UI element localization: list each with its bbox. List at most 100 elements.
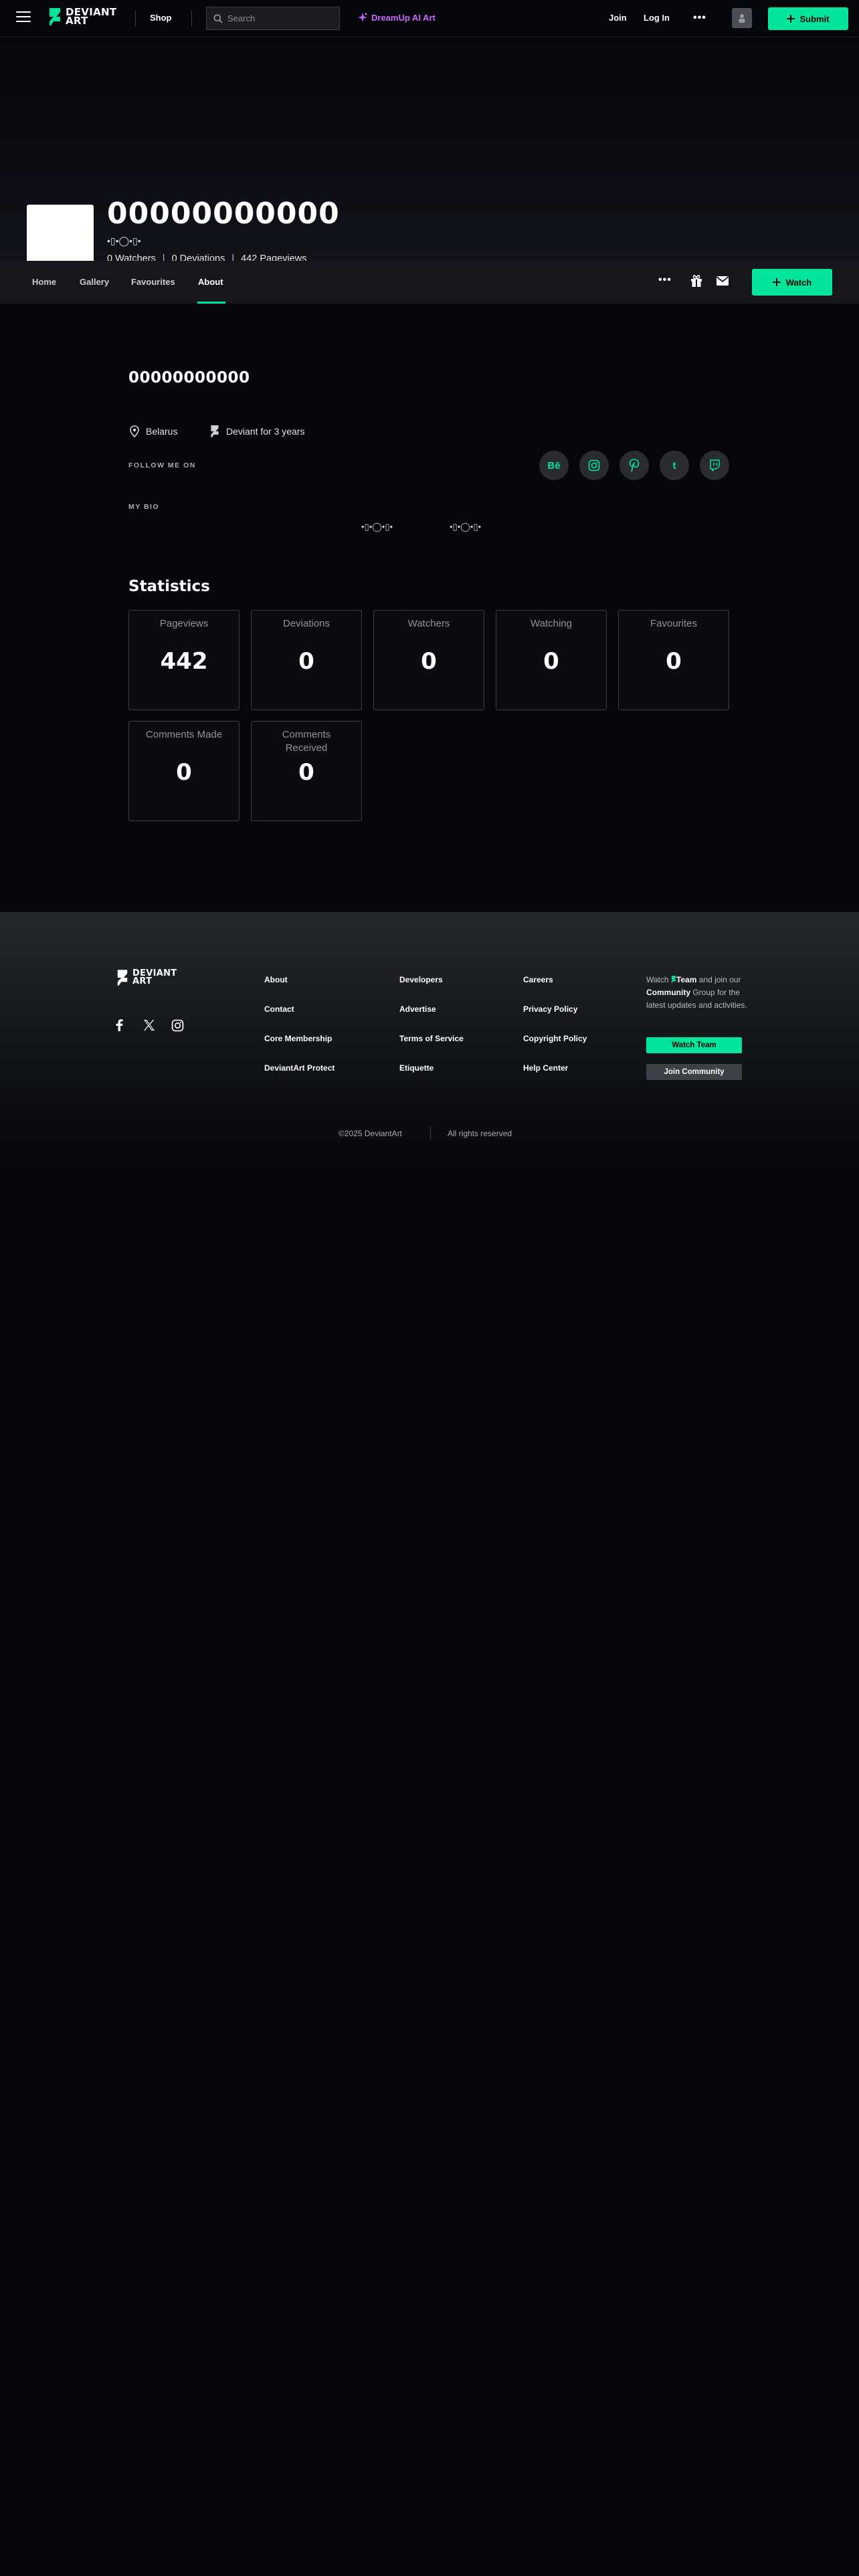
- deviantart-logo-icon: [50, 8, 60, 25]
- submit-button[interactable]: Submit: [768, 7, 848, 30]
- active-tab-indicator: [197, 302, 225, 304]
- stat-value: 0: [176, 759, 192, 786]
- member-since: Deviant for 3 years: [210, 425, 305, 437]
- sparkle-icon: [358, 13, 367, 22]
- tab-home[interactable]: Home: [32, 277, 56, 287]
- stat-card-pageviews: Pageviews 442: [128, 610, 240, 710]
- stat-card-deviations: Deviations 0: [251, 610, 362, 710]
- follow-label: FOLLOW ME ON: [128, 461, 196, 469]
- gift-icon[interactable]: [690, 274, 702, 288]
- stat-card-comments-made: Comments Made 0: [128, 721, 240, 821]
- watch-text-2: and join our: [698, 975, 741, 984]
- login-link[interactable]: Log In: [644, 13, 670, 23]
- stat-card-comments-received: Comments Received 0: [251, 721, 362, 821]
- tumblr-icon[interactable]: t: [660, 451, 689, 480]
- footer-link-privacy[interactable]: Privacy Policy: [523, 1004, 577, 1014]
- bio-text-right: •▯•◯•▯•: [450, 522, 482, 532]
- top-bar: DEVIANT ART Shop DreamUp AI Art Join Log…: [0, 0, 859, 37]
- more-options-icon[interactable]: •••: [658, 274, 672, 286]
- footer-link-help[interactable]: Help Center: [523, 1063, 568, 1073]
- stat-value: 0: [298, 648, 314, 675]
- divider: [135, 11, 136, 27]
- footer-logo[interactable]: DEVIANT ART: [116, 969, 177, 986]
- bio-text-left: •▯•◯•▯•: [361, 522, 393, 532]
- watch-team-button[interactable]: Watch Team: [646, 1037, 742, 1053]
- watch-text-1: Watch: [646, 975, 669, 984]
- profile-username: 00000000000: [107, 197, 340, 231]
- location-pin-icon: [130, 425, 139, 437]
- statistics-title: Statistics: [128, 578, 210, 595]
- social-links: Bē t: [539, 451, 729, 480]
- watch-team-name: Team: [676, 975, 697, 984]
- profile-header: 00000000000 •▯•◯•▯• 0 Watchers | 0 Devia…: [0, 37, 859, 272]
- dreamup-link[interactable]: DreamUp AI Art: [357, 12, 436, 23]
- footer-link-core-membership[interactable]: Core Membership: [264, 1034, 332, 1043]
- dreamup-label: DreamUp AI Art: [371, 12, 436, 23]
- twitch-icon[interactable]: [700, 451, 729, 480]
- footer-logo-line-2: ART: [132, 976, 153, 986]
- tab-about[interactable]: About: [198, 277, 223, 287]
- footer-link-careers[interactable]: Careers: [523, 975, 553, 984]
- divider: [430, 1126, 431, 1140]
- search-icon: [213, 14, 223, 23]
- stat-label: Pageviews: [159, 618, 209, 629]
- footer-link-developers[interactable]: Developers: [399, 975, 443, 984]
- instagram-icon[interactable]: [579, 451, 609, 480]
- join-community-button[interactable]: Join Community: [646, 1064, 742, 1080]
- shop-link[interactable]: Shop: [150, 13, 172, 23]
- menu-icon[interactable]: [16, 11, 31, 26]
- rights-text: All rights reserved: [448, 1129, 512, 1138]
- about-username: 00000000000: [128, 369, 250, 387]
- footer-link-advertise[interactable]: Advertise: [399, 1004, 436, 1014]
- submit-label: Submit: [799, 13, 830, 24]
- stat-value: 0: [298, 759, 314, 786]
- search-input[interactable]: [227, 13, 335, 23]
- footer-link-etiquette[interactable]: Etiquette: [399, 1063, 434, 1073]
- facebook-icon[interactable]: [115, 1019, 123, 1031]
- bio-label: MY BIO: [128, 503, 160, 511]
- divider: [191, 11, 192, 27]
- stat-card-watchers: Watchers 0: [373, 610, 484, 710]
- site-footer: DEVIANT ART About Contact Core Membershi…: [0, 912, 859, 1169]
- instagram-icon[interactable]: [171, 1019, 184, 1032]
- footer-link-copyright[interactable]: Copyright Policy: [523, 1034, 587, 1043]
- more-options-icon[interactable]: •••: [693, 12, 706, 24]
- footer-link-protect[interactable]: DeviantArt Protect: [264, 1063, 335, 1073]
- plus-icon: [772, 278, 781, 286]
- footer-link-contact[interactable]: Contact: [264, 1004, 294, 1014]
- community-name: Community: [646, 988, 690, 997]
- behance-icon[interactable]: Bē: [539, 451, 569, 480]
- stat-value: 442: [160, 648, 208, 675]
- x-twitter-icon[interactable]: [143, 1019, 155, 1031]
- profile-tagline: •▯•◯•▯•: [107, 235, 141, 246]
- location: Belarus: [130, 425, 177, 437]
- join-link[interactable]: Join: [609, 13, 627, 23]
- watch-team-text: Watch Team and join our Community Group …: [646, 974, 748, 1012]
- stat-label: Comments Made: [145, 729, 223, 740]
- profile-nav: Home Gallery Favourites About ••• Watch: [0, 261, 859, 304]
- watch-button[interactable]: Watch: [752, 269, 832, 296]
- stat-label: Watching: [531, 618, 572, 629]
- stat-value: 0: [543, 648, 559, 675]
- stat-value: 0: [666, 648, 682, 675]
- stat-label: Comments Received: [282, 729, 331, 754]
- pinterest-icon[interactable]: [619, 451, 649, 480]
- search-box[interactable]: [206, 7, 340, 30]
- mail-icon[interactable]: [716, 276, 729, 286]
- stat-label: Favourites: [650, 618, 698, 629]
- stat-card-favourites: Favourites 0: [618, 610, 729, 710]
- tab-gallery[interactable]: Gallery: [80, 277, 109, 287]
- watch-label: Watch: [785, 277, 812, 288]
- user-avatar-icon[interactable]: [732, 8, 752, 28]
- deviantart-logo[interactable]: DEVIANT ART: [48, 7, 116, 26]
- member-since-text: Deviant for 3 years: [226, 426, 305, 437]
- user-icon: [739, 14, 745, 23]
- deviantart-logo-icon: [117, 970, 128, 986]
- tab-favourites[interactable]: Favourites: [131, 277, 175, 287]
- footer-link-terms[interactable]: Terms of Service: [399, 1034, 464, 1043]
- footer-link-about[interactable]: About: [264, 975, 288, 984]
- location-text: Belarus: [146, 426, 178, 437]
- tumblr-label: t: [672, 459, 676, 471]
- deviantart-icon: [671, 976, 676, 983]
- stat-label: Watchers: [407, 618, 450, 629]
